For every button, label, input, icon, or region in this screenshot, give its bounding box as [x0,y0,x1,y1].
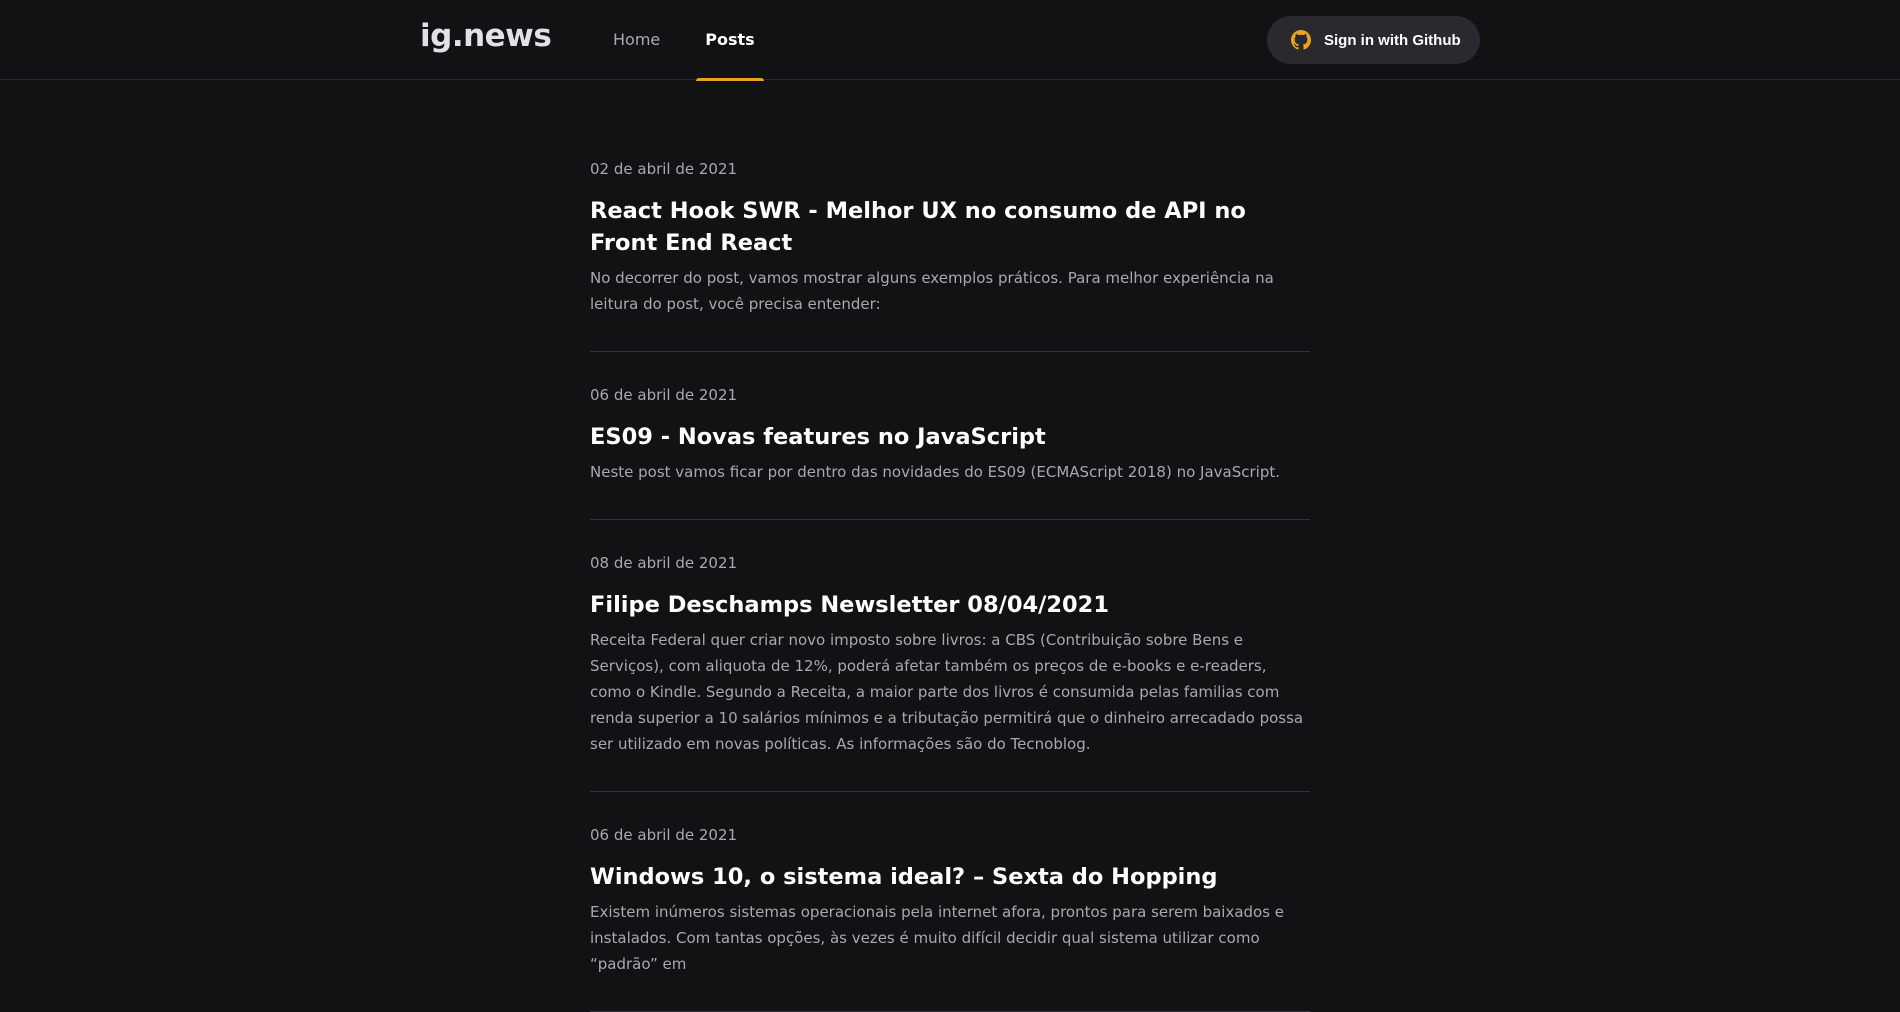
sign-in-github-button[interactable]: Sign in with Github [1267,16,1480,64]
post-item[interactable]: 08 de abril de 2021 Filipe Deschamps New… [590,520,1310,792]
post-title: Filipe Deschamps Newsletter 08/04/2021 [590,592,1109,618]
sign-in-label: Sign in with Github [1324,31,1461,49]
post-title: ES09 - Novas features no JavaScript [590,424,1046,450]
post-item[interactable]: 06 de abril de 2021 Windows 10, o sistem… [590,792,1310,1012]
site-header: ig.news Home Posts Sign in with Github [0,0,1900,81]
nav-posts-link[interactable]: Posts [696,0,765,81]
github-icon [1291,30,1311,50]
post-excerpt: No decorrer do post, vamos mostrar algun… [590,269,1274,313]
post-date: 02 de abril de 2021 [590,160,738,178]
header-content: ig.news Home Posts Sign in with Github [420,0,1480,81]
post-excerpt: Receita Federal quer criar novo imposto … [590,631,1304,753]
post-item[interactable]: 02 de abril de 2021 React Hook SWR - Mel… [590,80,1310,352]
post-date: 06 de abril de 2021 [590,826,738,844]
post-excerpt: Neste post vamos ficar por dentro das no… [590,463,1280,481]
post-date: 06 de abril de 2021 [590,386,738,404]
post-title: Windows 10, o sistema ideal? – Sexta do … [590,864,1218,890]
main-nav: Home Posts [604,0,765,81]
nav-home-link[interactable]: Home [604,0,669,80]
post-title: React Hook SWR - Melhor UX no consumo de… [590,198,1246,256]
logo[interactable]: ig.news [420,18,552,54]
posts-list: 02 de abril de 2021 React Hook SWR - Mel… [590,80,1310,1012]
post-excerpt: Existem inúmeros sistemas operacionais p… [590,903,1285,973]
post-item[interactable]: 06 de abril de 2021 ES09 - Novas feature… [590,352,1310,520]
post-date: 08 de abril de 2021 [590,554,738,572]
